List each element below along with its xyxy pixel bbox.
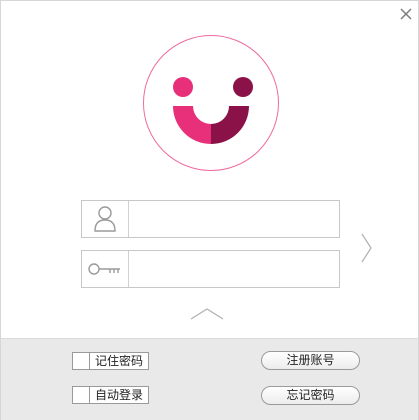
auto-login-label: 自动登录 (90, 386, 150, 404)
username-field (81, 200, 340, 238)
chevron-up-icon[interactable] (189, 307, 225, 321)
auto-login-checkbox[interactable] (72, 386, 90, 404)
remember-password-label: 记住密码 (90, 352, 150, 370)
register-account-button[interactable]: 注册账号 (261, 351, 360, 370)
password-field (81, 250, 340, 288)
options-footer: 记住密码 自动登录 注册账号 忘记密码 (1, 338, 418, 420)
password-icon-box (82, 251, 129, 287)
remember-password-checkbox[interactable] (72, 352, 90, 370)
password-input[interactable] (130, 251, 337, 287)
login-window: 记住密码 自动登录 注册账号 忘记密码 (0, 0, 419, 420)
remember-password-option: 记住密码 (72, 352, 150, 370)
chevron-right-icon[interactable] (357, 230, 375, 266)
close-icon[interactable] (397, 5, 415, 23)
user-icon (94, 206, 116, 232)
forgot-password-button[interactable]: 忘记密码 (261, 386, 360, 405)
auto-login-option: 自动登录 (72, 386, 150, 404)
username-icon-box (82, 201, 129, 237)
key-icon (88, 263, 120, 275)
smiley-logo-icon (143, 35, 279, 171)
username-input[interactable] (130, 201, 337, 237)
